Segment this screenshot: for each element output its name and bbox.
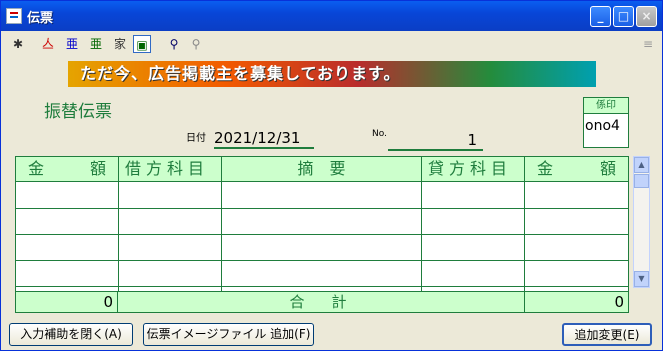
add-change-button[interactable]: 追加変更(E) [562,323,652,346]
export-icon[interactable]: ▣ [133,35,151,53]
column-divider [118,182,119,291]
stamp-box: 係印 ono4 [583,97,629,148]
row-divider [16,208,628,209]
date-label: 日付 [186,133,206,144]
ad-banner[interactable]: ただ今、広告掲載主を募集しております。 [68,61,596,87]
total-label: 合 計 [289,293,353,311]
voucher-table: 金 額 借方科目 摘 要 貸方科目 金 額 0 合 計 0 [15,156,629,313]
column-divider [421,182,422,291]
row-divider [16,234,628,235]
total-row: 0 合 計 0 [16,291,628,313]
window: 伝票 _ □ × ✱ 亼 亜 亜 家 ▣ ⚲ ⚲ ≡ ただ今、広告掲載主を募集し… [0,0,663,351]
add-image-file-button[interactable]: 伝票イメージファイル 追加(F) [143,323,314,346]
title-bar[interactable]: 伝票 _ □ × [1,1,662,31]
format-green-icon[interactable]: 亜 [87,35,105,53]
settings-icon[interactable]: ≡ [639,35,657,53]
stamp-value[interactable]: ono4 [585,118,620,134]
header-credit-account: 貸方科目 [422,157,525,182]
format-house-icon[interactable]: 家 [111,35,129,53]
credit-total: 0 [524,292,628,313]
search-icon[interactable]: ⚲ [165,35,183,53]
header-debit-amount: 金 額 [16,157,119,182]
column-divider [221,182,222,291]
format-blue-icon[interactable]: 亜 [63,35,81,53]
vertical-scrollbar[interactable]: ▲ ▼ [633,156,650,288]
header-credit-amount: 金 額 [525,157,628,182]
date-field[interactable]: 2021/12/31 [214,129,314,149]
row-divider [16,286,628,287]
stamp-label: 係印 [584,98,628,114]
number-field[interactable]: 1 [388,131,483,151]
debit-total: 0 [16,292,118,313]
column-divider [524,182,525,291]
input-assist-button[interactable]: 入力補助を閉く(A) [9,323,133,346]
scroll-up-icon[interactable]: ▲ [634,157,649,173]
window-title: 伝票 [27,11,54,26]
new-icon[interactable]: ✱ [9,35,27,53]
row-divider [16,260,628,261]
document-title: 振替伝票 [44,102,112,122]
scroll-down-icon[interactable]: ▼ [634,271,649,287]
number-label: No. [372,129,387,139]
maximize-button[interactable]: □ [613,6,634,27]
close-button[interactable]: × [636,6,657,27]
minimize-button[interactable]: _ [590,6,611,27]
search-next-icon[interactable]: ⚲ [187,35,205,53]
header-description: 摘 要 [222,157,422,182]
app-icon [6,8,22,24]
header-debit-account: 借方科目 [119,157,222,182]
format-red-icon[interactable]: 亼 [39,35,57,53]
scroll-thumb[interactable] [634,174,649,188]
